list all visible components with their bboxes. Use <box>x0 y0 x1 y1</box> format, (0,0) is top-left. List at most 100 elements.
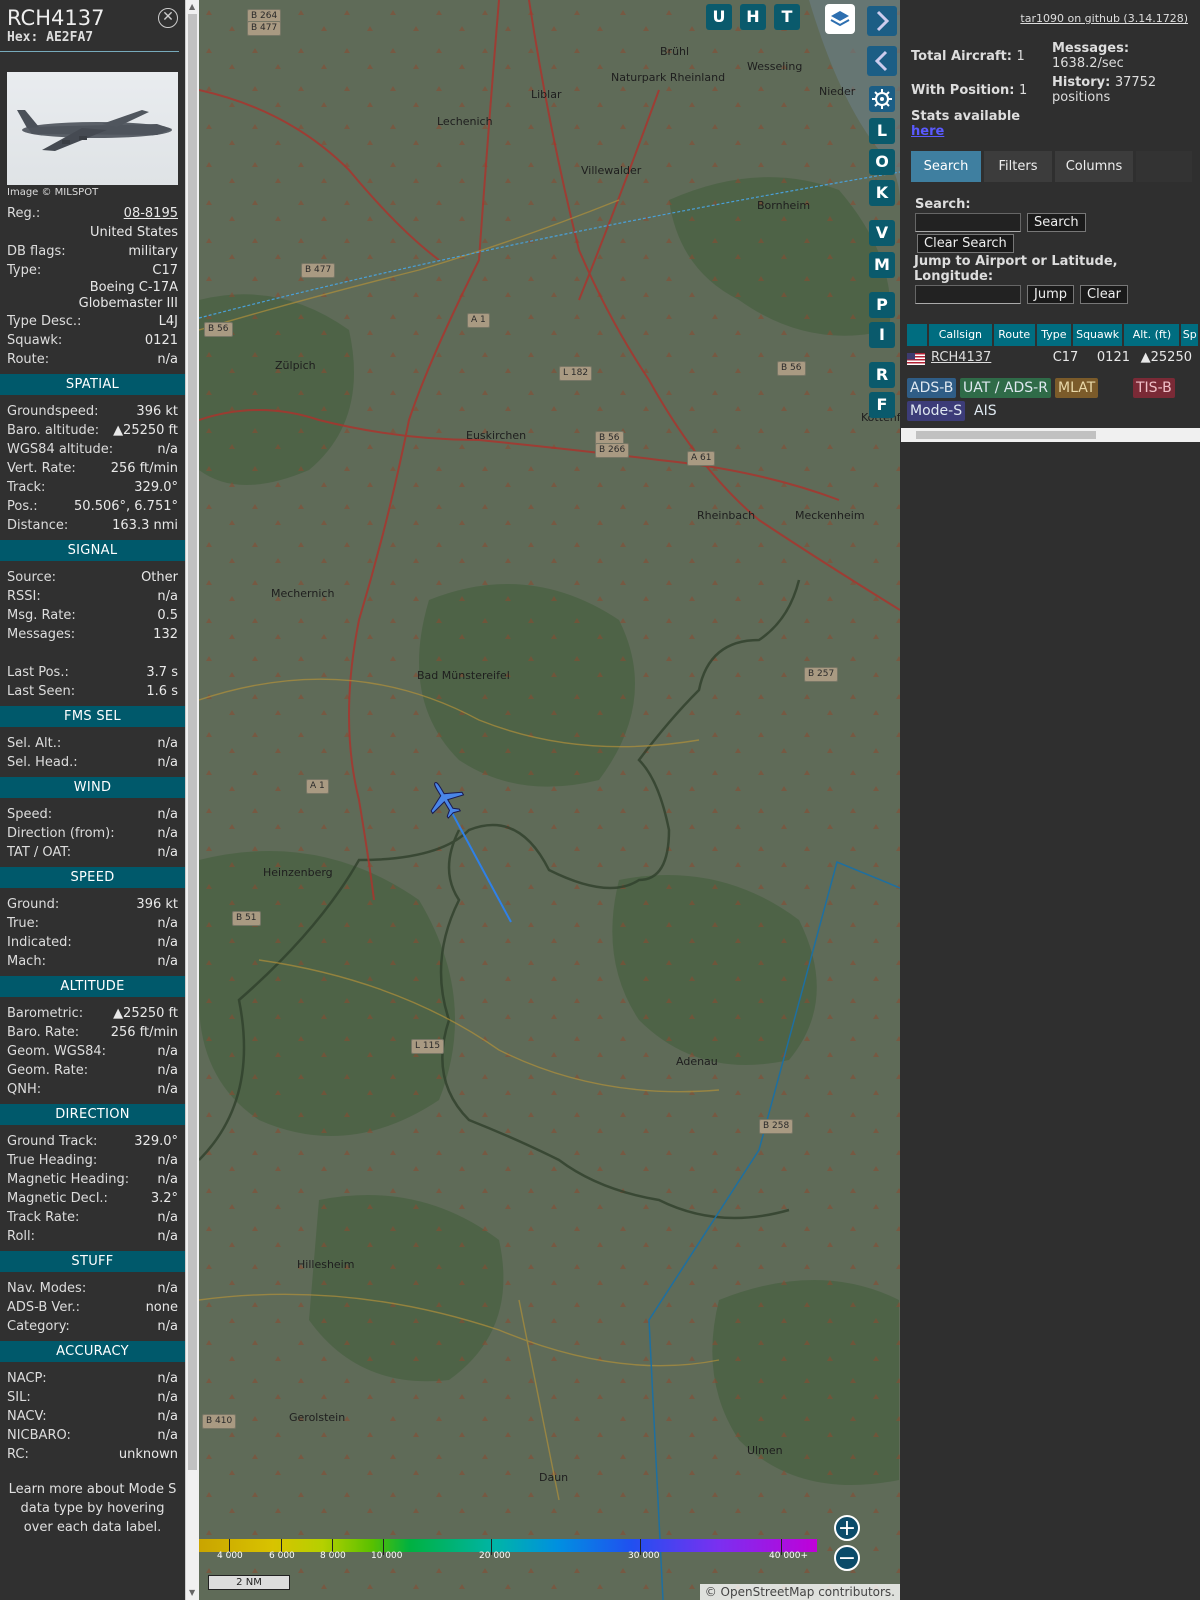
stats-available: Stats available here <box>911 109 1021 139</box>
info-key[interactable]: RC: <box>7 1445 29 1464</box>
info-key[interactable]: NACV: <box>7 1407 47 1426</box>
info-key[interactable]: Direction (from): <box>7 824 115 843</box>
info-key[interactable]: Baro. altitude: <box>7 421 99 440</box>
info-key[interactable]: Pos.: <box>7 497 38 516</box>
info-key[interactable]: Roll: <box>7 1227 35 1246</box>
table-horizontal-scrollbar[interactable] <box>901 428 1200 442</box>
column-header[interactable]: Route <box>993 324 1035 346</box>
stats-here-link[interactable]: here <box>911 124 944 139</box>
map-button-p[interactable]: P <box>869 292 895 318</box>
info-key[interactable]: Track Rate: <box>7 1208 79 1227</box>
zoom-out-button[interactable]: − <box>834 1545 860 1571</box>
map-button-v[interactable]: V <box>869 220 895 246</box>
gear-icon[interactable] <box>869 86 895 112</box>
map-button-k[interactable]: K <box>869 180 895 206</box>
aircraft-photo[interactable] <box>7 72 178 185</box>
info-key[interactable]: ADS-B Ver.: <box>7 1298 80 1317</box>
map-button-r[interactable]: R <box>869 362 895 388</box>
info-key[interactable]: QNH: <box>7 1080 41 1099</box>
scroll-down-icon[interactable]: ▼ <box>189 1588 195 1597</box>
info-key[interactable]: Geom. Rate: <box>7 1061 88 1080</box>
info-key[interactable]: Magnetic Decl.: <box>7 1189 108 1208</box>
info-key[interactable]: True Heading: <box>7 1151 97 1170</box>
map-button-m[interactable]: M <box>869 252 895 278</box>
clear-search-button[interactable]: Clear Search <box>917 234 1014 253</box>
scroll-thumb[interactable] <box>188 14 197 1470</box>
place-label: Rheinbach <box>697 509 756 522</box>
info-key[interactable]: Msg. Rate: <box>7 606 76 625</box>
chevron-right-icon[interactable] <box>867 6 897 36</box>
column-header[interactable]: Squawk <box>1072 324 1123 346</box>
search-button[interactable]: Search <box>1027 213 1086 232</box>
info-key[interactable]: True: <box>7 914 39 933</box>
map-view[interactable]: Brühl Wesseling Naturpark Rheinland Liblar L… <box>199 0 900 1600</box>
info-key[interactable]: Groundspeed: <box>7 402 98 421</box>
info-key[interactable]: Mach: <box>7 952 46 971</box>
info-key[interactable]: Ground Track: <box>7 1132 97 1151</box>
info-key[interactable]: WGS84 altitude: <box>7 440 113 459</box>
close-icon[interactable]: ✕ <box>158 8 178 28</box>
info-key[interactable]: NACP: <box>7 1369 47 1388</box>
info-key[interactable]: Baro. Rate: <box>7 1023 79 1042</box>
info-key[interactable]: Ground: <box>7 895 59 914</box>
info-key[interactable]: Geom. WGS84: <box>7 1042 106 1061</box>
hscroll-thumb[interactable] <box>916 431 1096 439</box>
scroll-up-icon[interactable]: ▲ <box>189 2 195 11</box>
column-header[interactable]: Alt. (ft) <box>1124 324 1180 346</box>
info-key[interactable]: Nav. Modes: <box>7 1279 86 1298</box>
info-key[interactable]: RSSI: <box>7 587 41 606</box>
info-row: Source: Other <box>0 568 185 587</box>
info-key[interactable]: Sel. Head.: <box>7 753 78 772</box>
info-key[interactable]: NICBARO: <box>7 1426 71 1445</box>
legend-tis-b: TIS-B <box>1133 378 1175 398</box>
tab-search[interactable]: Search <box>911 151 981 182</box>
info-key[interactable]: Source: <box>7 568 56 587</box>
jump-input[interactable] <box>915 285 1021 304</box>
info-key[interactable]: Barometric: <box>7 1004 83 1023</box>
map-button-o[interactable]: O <box>869 149 895 175</box>
map-button-h[interactable]: H <box>740 4 766 30</box>
zoom-in-button[interactable]: + <box>834 1515 860 1541</box>
info-key[interactable]: SIL: <box>7 1388 31 1407</box>
info-key[interactable]: Last Pos.: <box>7 663 69 682</box>
info-key[interactable]: Distance: <box>7 516 68 535</box>
tab-columns[interactable]: Columns <box>1055 151 1133 182</box>
registration-link[interactable]: 08-8195 <box>124 204 178 223</box>
info-key[interactable]: Magnetic Heading: <box>7 1170 129 1189</box>
column-header[interactable] <box>907 324 928 346</box>
info-panel-scrollbar[interactable]: ▲ ▼ <box>185 0 199 1600</box>
map-button-f[interactable]: F <box>869 392 895 418</box>
place-label: Euskirchen <box>466 429 527 442</box>
tab-filters[interactable]: Filters <box>984 151 1052 182</box>
table-row[interactable]: RCH4137 C17 0121 ▲25250 <box>907 348 1200 368</box>
info-key[interactable]: Track: <box>7 478 45 497</box>
search-input[interactable] <box>915 213 1021 232</box>
info-key[interactable]: Speed: <box>7 805 52 824</box>
info-key[interactable]: Messages: <box>7 625 75 644</box>
column-header[interactable]: Callsign <box>929 324 992 346</box>
map-button-i[interactable]: I <box>869 322 895 348</box>
info-key[interactable]: Vert. Rate: <box>7 459 76 478</box>
info-key[interactable]: TAT / OAT: <box>7 843 71 862</box>
map-attribution[interactable]: © OpenStreetMap contributors. <box>699 1584 900 1600</box>
aircraft-marker-icon[interactable] <box>425 778 465 820</box>
map-button-u[interactable]: U <box>706 4 732 30</box>
map-button-t[interactable]: T <box>774 4 800 30</box>
info-key[interactable]: Category: <box>7 1317 70 1336</box>
chevron-left-icon[interactable] <box>867 46 897 76</box>
info-key[interactable]: Indicated: <box>7 933 72 952</box>
map-button-l[interactable]: L <box>869 118 895 144</box>
layers-icon[interactable] <box>825 4 855 34</box>
row-callsign[interactable]: RCH4137 <box>931 348 1001 368</box>
jump-button[interactable]: Jump <box>1027 285 1074 304</box>
info-value: n/a <box>157 1172 178 1187</box>
github-link[interactable]: tar1090 on github (3.14.1728) <box>1020 12 1188 25</box>
info-key[interactable]: Last Seen: <box>7 682 75 701</box>
road-label: B 477 <box>301 263 336 278</box>
section-header-accuracy: ACCURACY <box>0 1341 185 1362</box>
info-key[interactable]: Sel. Alt.: <box>7 734 61 753</box>
column-header[interactable]: Type <box>1036 324 1071 346</box>
road-label: L 115 <box>411 1039 445 1054</box>
column-header[interactable]: Sp <box>1181 324 1198 346</box>
clear-button[interactable]: Clear <box>1080 285 1128 304</box>
